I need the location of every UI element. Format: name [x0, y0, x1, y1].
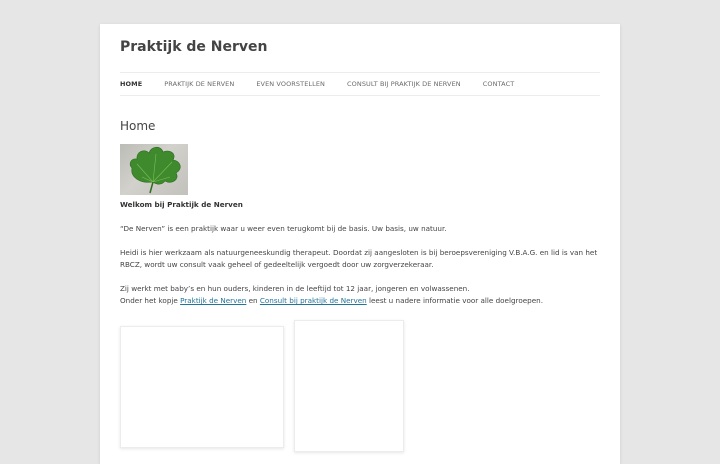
audience-paragraph: Zij werkt met baby’s en hun ouders, kind…: [120, 283, 600, 307]
nav-item-home[interactable]: HOME: [120, 80, 142, 88]
page-title: Home: [120, 119, 156, 133]
site-title[interactable]: Praktijk de Nerven: [120, 39, 268, 55]
intro-paragraph: “De Nerven” is een praktijk waar u weer …: [120, 224, 447, 233]
therapist-paragraph: Heidi is hier werkzaam als natuurgeneesk…: [120, 248, 598, 269]
nav-item-even-voorstellen[interactable]: EVEN VOORSTELLEN: [256, 80, 325, 88]
text-fragment: leest u nadere informatie voor alle doel…: [366, 296, 543, 305]
nav-item-contact[interactable]: CONTACT: [483, 80, 515, 88]
main-navigation: HOME PRAKTIJK DE NERVEN EVEN VOORSTELLEN…: [120, 72, 600, 96]
text-fragment: en: [246, 296, 260, 305]
text-fragment: Onder het kopje: [120, 296, 181, 305]
embed-card: [120, 326, 284, 448]
link-consult[interactable]: Consult bij praktijk de Nerven: [260, 296, 367, 305]
leaf-image: [120, 144, 188, 195]
link-praktijk[interactable]: Praktijk de Nerven: [180, 296, 246, 305]
page-content: Welkom bij Praktijk de Nerven “De Nerven…: [120, 199, 600, 319]
embed-card: [294, 320, 404, 452]
nav-item-praktijk[interactable]: PRAKTIJK DE NERVEN: [164, 80, 234, 88]
welcome-heading: Welkom bij Praktijk de Nerven: [120, 200, 243, 209]
leaf-icon: [129, 146, 181, 194]
nav-item-consult[interactable]: CONSULT BIJ PRAKTIJK DE NERVEN: [347, 80, 461, 88]
page-container: Praktijk de Nerven HOME PRAKTIJK DE NERV…: [100, 24, 620, 464]
audience-line: Zij werkt met baby’s en hun ouders, kind…: [120, 284, 470, 293]
